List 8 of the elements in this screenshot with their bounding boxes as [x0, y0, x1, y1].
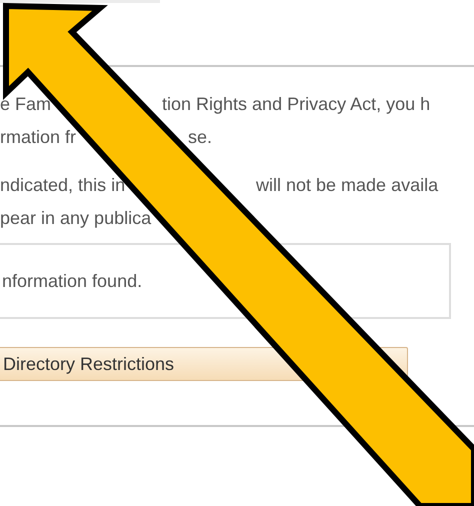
paragraph-text: tion Rights and Privacy Act, you h [162, 93, 430, 115]
paragraph-text: e Fam [0, 93, 52, 115]
result-message: nformation found. [2, 270, 142, 292]
paragraph-text: rmation fr [0, 126, 78, 148]
paragraph-text: ndicated, this in [0, 174, 126, 196]
paragraph-text: pear in any publica [0, 207, 152, 229]
paragraph-text: will not be made availa [256, 174, 438, 196]
paragraph-text: se. [188, 126, 212, 148]
